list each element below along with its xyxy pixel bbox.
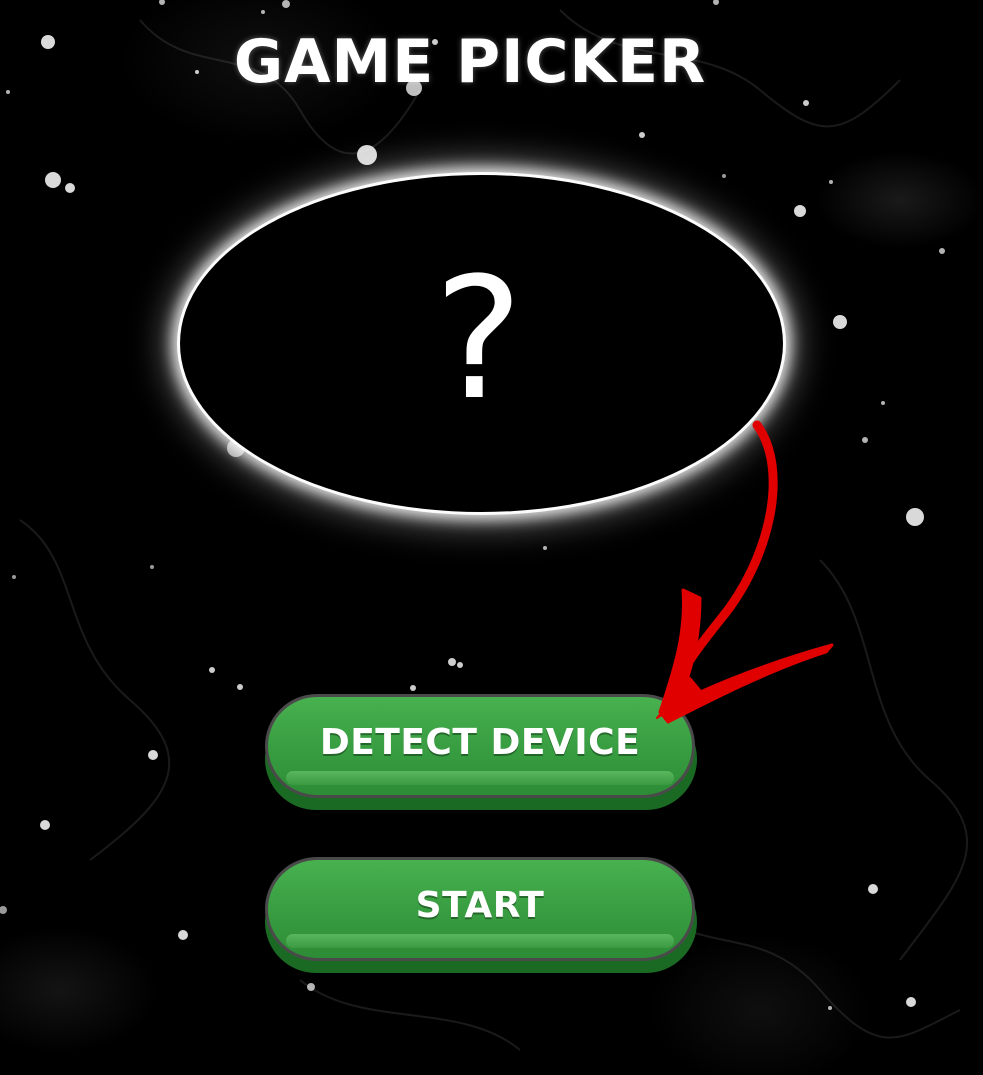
detect-device-label: DETECT DEVICE xyxy=(319,721,641,763)
detect-device-button[interactable]: DETECT DEVICE xyxy=(265,694,697,810)
game-picker-screen: GAME PICKER ? DETECT DEVICE START xyxy=(0,0,983,1075)
question-mark-icon: ? xyxy=(433,240,524,437)
page-title: GAME PICKER xyxy=(233,27,707,97)
start-label: START xyxy=(415,884,545,926)
start-button[interactable]: START xyxy=(265,857,697,973)
game-preview-oval: ? xyxy=(180,175,783,512)
